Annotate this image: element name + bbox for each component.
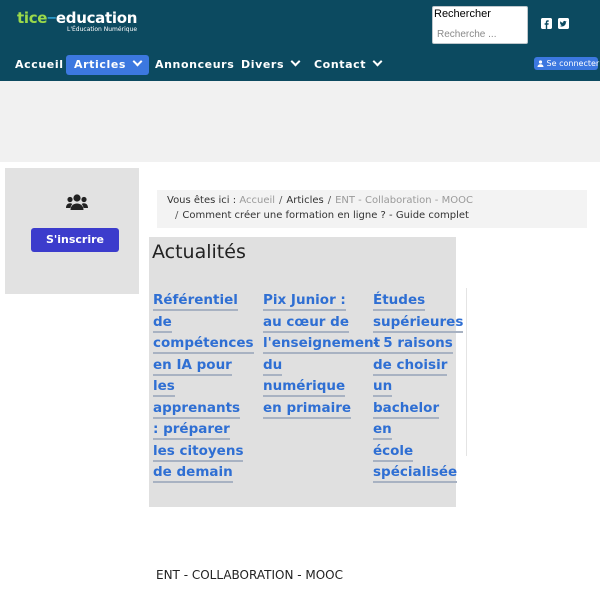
article-title-line: apprenants bbox=[153, 399, 241, 419]
breadcrumb: Vous êtes ici : Accueil / Articles / ENT - C… bbox=[157, 190, 587, 228]
news-article-link[interactable]: Études supérieures - 5 raisons de choisi… bbox=[373, 290, 464, 484]
section-heading: ENT - COLLABORATION - MOOC bbox=[156, 568, 343, 582]
logo-tice-text: tice bbox=[17, 9, 48, 27]
signup-button[interactable]: S'inscrire bbox=[31, 228, 119, 252]
nav-label: Accueil bbox=[15, 58, 64, 71]
logo-tagline: L'Éducation Numérique bbox=[67, 26, 138, 33]
article-title-line: - 5 raisons bbox=[373, 335, 453, 354]
facebook-icon[interactable] bbox=[541, 18, 552, 29]
search-input[interactable] bbox=[434, 25, 526, 43]
search-form: Rechercher bbox=[432, 6, 528, 44]
column-divider bbox=[466, 288, 467, 456]
news-article-link[interactable]: Pix Junior : au cœur de l'enseignement d… bbox=[263, 290, 381, 419]
breadcrumb-item-accueil[interactable]: Accueil bbox=[239, 195, 275, 206]
article-title-line: Pix Junior : bbox=[263, 292, 346, 311]
article-title-line: Référentiel bbox=[153, 292, 238, 311]
sidebar-module: S'inscrire bbox=[5, 168, 139, 294]
article-title-line: en IA pour bbox=[153, 356, 232, 376]
article-title-line: du bbox=[263, 356, 283, 376]
nav-item-articles[interactable]: Articles bbox=[66, 55, 150, 75]
site-logo[interactable]: tice—education L'Éducation Numérique bbox=[17, 9, 137, 33]
article-title-line: un bbox=[373, 378, 393, 397]
article-title-line: de demain bbox=[153, 464, 233, 483]
chevron-down-icon bbox=[132, 56, 143, 67]
login-label: Se connecter bbox=[546, 59, 600, 68]
breadcrumb-separator: / bbox=[175, 210, 179, 221]
article-title-line: compétences bbox=[153, 335, 254, 354]
breadcrumb-item-articles[interactable]: Articles bbox=[286, 195, 323, 206]
nav-label: Articles bbox=[74, 58, 127, 71]
ad-banner bbox=[0, 81, 600, 162]
breadcrumb-prefix: Vous êtes ici : bbox=[167, 195, 237, 206]
article-title-line: : préparer bbox=[153, 421, 230, 440]
chevron-down-icon bbox=[372, 56, 383, 67]
breadcrumb-item-current: Comment créer une formation en ligne ? -… bbox=[182, 210, 469, 221]
article-title-line: l'enseignement bbox=[263, 335, 381, 354]
nav-label: Annonceurs bbox=[155, 58, 235, 71]
breadcrumb-line: / Comment créer une formation en ligne ? … bbox=[171, 210, 469, 221]
article-title-line: spécialisée bbox=[373, 464, 458, 483]
news-heading: Actualités bbox=[152, 241, 246, 263]
news-module: Actualités Référentiel de compétences en… bbox=[149, 237, 464, 507]
users-icon bbox=[66, 194, 88, 210]
nav-item-accueil[interactable]: Accueil bbox=[7, 55, 72, 75]
article-title-line: de choisir bbox=[373, 356, 448, 376]
article-title-line: de bbox=[153, 313, 172, 333]
nav-item-divers[interactable]: Divers bbox=[233, 55, 307, 75]
breadcrumb-line: Vous êtes ici : Accueil / Articles / ENT - C… bbox=[167, 195, 473, 206]
article-title-line: au cœur de bbox=[263, 313, 349, 333]
news-article-link[interactable]: Référentiel de compétences en IA pour le… bbox=[153, 290, 254, 484]
logo-education-text: education bbox=[55, 9, 138, 27]
breadcrumb-item-category[interactable]: ENT - Collaboration - MOOC bbox=[335, 195, 473, 206]
search-label: Rechercher bbox=[434, 8, 491, 20]
twitter-icon[interactable] bbox=[558, 18, 569, 29]
article-title-line: les bbox=[153, 378, 175, 397]
article-title-line: école bbox=[373, 442, 414, 462]
nav-label: Divers bbox=[241, 58, 285, 71]
breadcrumb-separator: / bbox=[279, 195, 283, 206]
nav-item-annonceurs[interactable]: Annonceurs bbox=[147, 55, 242, 75]
breadcrumb-separator: / bbox=[327, 195, 332, 206]
article-title-line: les citoyens bbox=[153, 442, 244, 462]
article-title-line: en primaire bbox=[263, 399, 352, 419]
nav-item-contact[interactable]: Contact bbox=[306, 55, 389, 75]
site-header: tice—education L'Éducation Numérique Rec… bbox=[0, 0, 600, 81]
logo-dash: — bbox=[47, 13, 56, 24]
article-title-line: numérique bbox=[263, 378, 346, 397]
nav-label: Contact bbox=[314, 58, 367, 71]
article-title-line: bachelor en bbox=[373, 399, 440, 440]
login-button[interactable]: Se connecter bbox=[534, 57, 600, 70]
user-icon bbox=[537, 60, 544, 67]
chevron-down-icon bbox=[290, 56, 301, 67]
article-title-line: supérieures bbox=[373, 313, 464, 333]
main-nav: Accueil Articles Annonceurs Divers Conta… bbox=[0, 55, 600, 77]
article-title-line: Études bbox=[373, 292, 426, 311]
logo-wordmark: tice—education bbox=[17, 9, 137, 27]
